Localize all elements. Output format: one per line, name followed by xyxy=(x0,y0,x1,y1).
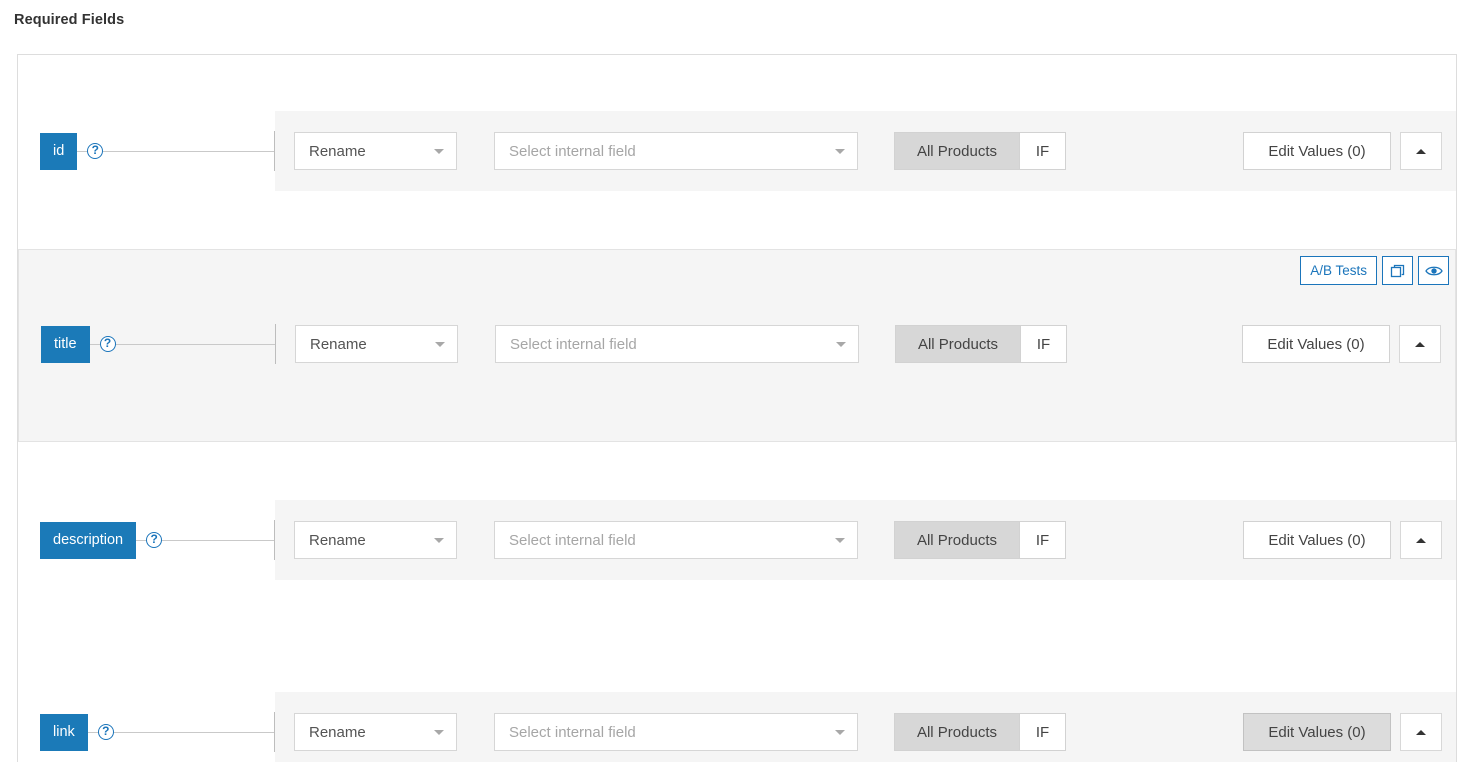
scope-option-if[interactable]: IF xyxy=(1020,521,1066,559)
scope-toggle-link: All Products IF xyxy=(894,713,1066,751)
internal-field-select-title[interactable]: Select internal field xyxy=(495,325,859,363)
row-right-actions-link: Edit Values (0) xyxy=(1243,713,1442,751)
operation-select-value: Rename xyxy=(310,336,367,353)
operation-select-value: Rename xyxy=(309,143,366,160)
operation-select-title[interactable]: Rename xyxy=(295,325,458,363)
scope-option-all-products[interactable]: All Products xyxy=(894,521,1020,559)
edit-values-button-link[interactable]: Edit Values (0) xyxy=(1243,713,1391,751)
scope-option-all-products[interactable]: All Products xyxy=(895,325,1021,363)
chevron-up-icon xyxy=(1415,342,1425,347)
help-icon[interactable]: ? xyxy=(87,143,103,159)
edit-values-button-title[interactable]: Edit Values (0) xyxy=(1242,325,1390,363)
field-block-id: id ? Rename Select internal field All Pr… xyxy=(18,55,1456,247)
operation-select-value: Rename xyxy=(309,532,366,549)
chevron-down-icon xyxy=(434,538,444,543)
operation-select-value: Rename xyxy=(309,724,366,741)
chevron-down-icon xyxy=(835,149,845,154)
help-icon[interactable]: ? xyxy=(98,724,114,740)
field-label-zone-title: title ? xyxy=(19,304,276,384)
row-right-actions-title: Edit Values (0) xyxy=(1242,325,1441,363)
collapse-button-description[interactable] xyxy=(1400,521,1442,559)
scope-option-if[interactable]: IF xyxy=(1020,713,1066,751)
collapse-button-link[interactable] xyxy=(1400,713,1442,751)
row-right-actions-id: Edit Values (0) xyxy=(1243,132,1442,170)
field-tag-link[interactable]: link xyxy=(40,714,88,751)
field-label-zone-link: link ? xyxy=(18,692,275,762)
internal-field-placeholder: Select internal field xyxy=(509,724,636,741)
chevron-down-icon xyxy=(434,730,444,735)
duplicate-button[interactable] xyxy=(1382,256,1413,285)
chevron-down-icon xyxy=(836,342,846,347)
ab-tests-button[interactable]: A/B Tests xyxy=(1300,256,1377,285)
collapse-button-id[interactable] xyxy=(1400,132,1442,170)
help-icon[interactable]: ? xyxy=(146,532,162,548)
operation-select-description[interactable]: Rename xyxy=(294,521,457,559)
preview-button[interactable] xyxy=(1418,256,1449,285)
control-strip-link: Rename Select internal field All Product… xyxy=(275,692,1456,762)
scope-option-if[interactable]: IF xyxy=(1020,132,1066,170)
connector-end-tick xyxy=(274,520,275,560)
help-icon[interactable]: ? xyxy=(100,336,116,352)
connector-end-tick xyxy=(275,324,276,364)
connector-end-tick xyxy=(274,131,275,171)
chevron-up-icon xyxy=(1416,730,1426,735)
field-tag-title[interactable]: title xyxy=(41,326,90,363)
required-fields-panel: id ? Rename Select internal field All Pr… xyxy=(17,54,1457,762)
internal-field-placeholder: Select internal field xyxy=(509,143,636,160)
field-block-description: description ? Rename Select internal fie… xyxy=(18,444,1456,636)
copy-icon xyxy=(1390,263,1406,279)
field-row-link: link ? Rename Select internal field All … xyxy=(18,692,1456,762)
page-title: Required Fields xyxy=(14,12,124,28)
scope-option-if[interactable]: IF xyxy=(1021,325,1067,363)
internal-field-placeholder: Select internal field xyxy=(510,336,637,353)
scope-toggle-title: All Products IF xyxy=(895,325,1067,363)
field-row-description: description ? Rename Select internal fie… xyxy=(18,500,1456,580)
chevron-down-icon xyxy=(835,730,845,735)
scope-toggle-description: All Products IF xyxy=(894,521,1066,559)
control-strip-description: Rename Select internal field All Product… xyxy=(275,500,1456,580)
edit-values-button-id[interactable]: Edit Values (0) xyxy=(1243,132,1391,170)
control-strip-title: Rename Select internal field All Product… xyxy=(276,304,1455,384)
eye-icon xyxy=(1425,264,1443,278)
chevron-up-icon xyxy=(1416,149,1426,154)
internal-field-placeholder: Select internal field xyxy=(509,532,636,549)
scope-option-all-products[interactable]: All Products xyxy=(894,713,1020,751)
field-block-link: link ? Rename Select internal field All … xyxy=(18,636,1456,762)
control-strip-id: Rename Select internal field All Product… xyxy=(275,111,1456,191)
scope-option-all-products[interactable]: All Products xyxy=(894,132,1020,170)
edit-values-button-description[interactable]: Edit Values (0) xyxy=(1243,521,1391,559)
chevron-down-icon xyxy=(435,342,445,347)
chevron-up-icon xyxy=(1416,538,1426,543)
block-actions-title: A/B Tests xyxy=(1300,256,1449,285)
chevron-down-icon xyxy=(434,149,444,154)
chevron-down-icon xyxy=(835,538,845,543)
connector-end-tick xyxy=(274,712,275,752)
internal-field-select-link[interactable]: Select internal field xyxy=(494,713,858,751)
operation-select-id[interactable]: Rename xyxy=(294,132,457,170)
field-label-zone-description: description ? xyxy=(18,500,275,580)
field-label-zone-id: id ? xyxy=(18,111,275,191)
scope-toggle-id: All Products IF xyxy=(894,132,1066,170)
field-row-title: title ? Rename Select internal field All… xyxy=(19,304,1455,384)
field-tag-description[interactable]: description xyxy=(40,522,136,559)
field-block-title: A/B Tests t xyxy=(18,249,1456,442)
row-right-actions-description: Edit Values (0) xyxy=(1243,521,1442,559)
internal-field-select-id[interactable]: Select internal field xyxy=(494,132,858,170)
required-fields-page: Required Fields id ? Rename Select in xyxy=(0,0,1462,762)
operation-select-link[interactable]: Rename xyxy=(294,713,457,751)
field-row-id: id ? Rename Select internal field All Pr… xyxy=(18,111,1456,191)
field-tag-id[interactable]: id xyxy=(40,133,77,170)
collapse-button-title[interactable] xyxy=(1399,325,1441,363)
internal-field-select-description[interactable]: Select internal field xyxy=(494,521,858,559)
